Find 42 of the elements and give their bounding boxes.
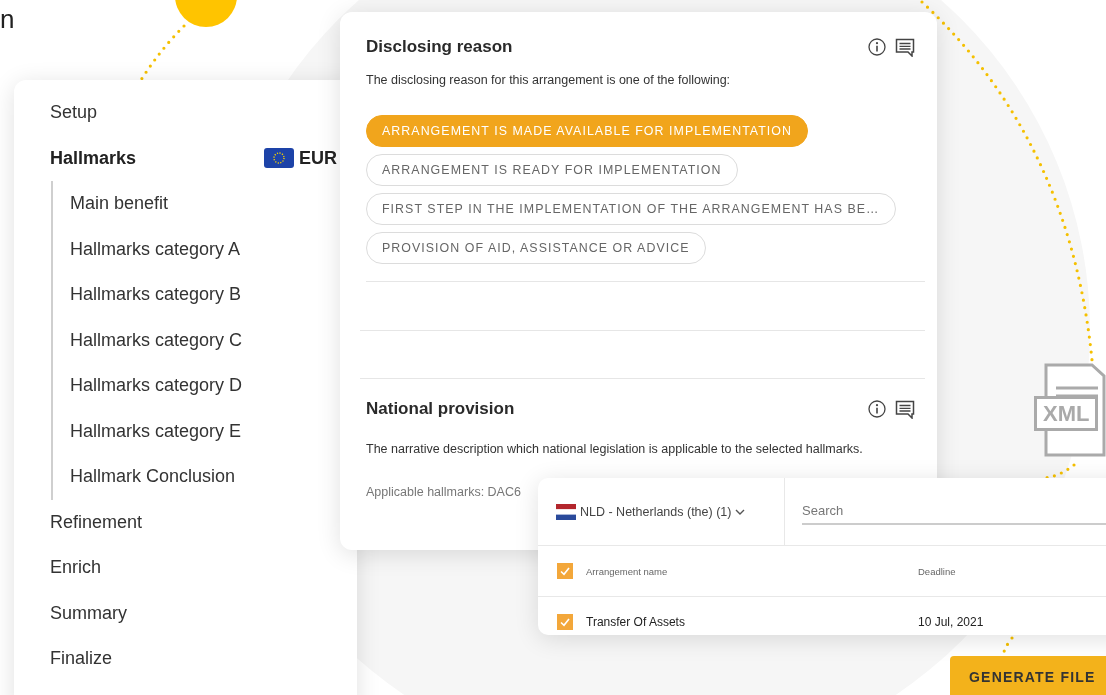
eu-flag-icon <box>264 148 294 169</box>
substep-item[interactable]: Hallmark Conclusion <box>70 454 337 500</box>
dotted-line <box>139 24 186 82</box>
substep-item[interactable]: Hallmarks category D <box>70 363 337 409</box>
table-cell-text: Transfer Of Assets <box>586 615 686 629</box>
section-title: National provision <box>366 399 515 419</box>
option-chip[interactable]: ARRANGEMENT IS READY FOR IMPLEMENTATION <box>366 154 738 186</box>
generate-file-button[interactable]: GENERATE FILE <box>950 656 1106 695</box>
option-chip[interactable]: PROVISION OF AID, ASSISTANCE OR ADVICE <box>366 232 706 264</box>
step-item[interactable]: Setup <box>50 102 98 124</box>
applicable-hallmarks-text: Applicable hallmarks: DAC6 <box>366 485 522 499</box>
section-title: Disclosing reason <box>366 37 513 57</box>
heading-text: n <box>0 4 15 35</box>
substep-item[interactable]: Main benefit <box>70 181 337 227</box>
checkbox[interactable] <box>557 614 573 630</box>
substep-item[interactable]: Hallmarks category B <box>70 272 337 318</box>
currency-label: EUR <box>299 147 337 169</box>
step-item[interactable]: Hallmarks <box>50 147 137 169</box>
search-field[interactable]: Search <box>802 498 1106 525</box>
substep-item[interactable]: Hallmarks category C <box>70 317 337 363</box>
comment-icon <box>895 399 915 419</box>
substep-item[interactable]: Hallmarks category E <box>70 408 337 454</box>
step-item[interactable]: Enrich <box>50 557 102 579</box>
column-header: Deadline <box>918 565 956 577</box>
step-item[interactable]: Summary <box>50 602 127 624</box>
dotted-line <box>1043 463 1076 480</box>
chevron-down-icon <box>735 508 746 515</box>
substep-item[interactable]: Hallmarks category A <box>70 226 337 272</box>
checkbox[interactable] <box>557 563 573 579</box>
table-cell: 10 Jul, 2021 <box>918 615 984 629</box>
netherlands-flag-icon <box>556 503 576 520</box>
section-description: The disclosing reason for this arrangement is one of the following: <box>366 72 732 88</box>
step-item[interactable]: Finalize <box>50 648 113 670</box>
column-header: Arrangement name <box>586 565 669 577</box>
info-icon <box>868 400 886 418</box>
section-description: The narrative description which national legislation is applicable to the selected hallmarks. <box>366 441 864 457</box>
country-dropdown[interactable]: NLD - Netherlands (the) (1) <box>538 478 785 545</box>
comment-icon <box>895 37 915 57</box>
file-type-label: XML <box>1034 396 1099 431</box>
option-chip[interactable]: FIRST STEP IN THE IMPLEMENTATION OF THE ARRANGEMENT HAS BE… <box>366 193 896 225</box>
step-item[interactable]: Refinement <box>50 511 143 533</box>
info-icon <box>868 38 886 56</box>
